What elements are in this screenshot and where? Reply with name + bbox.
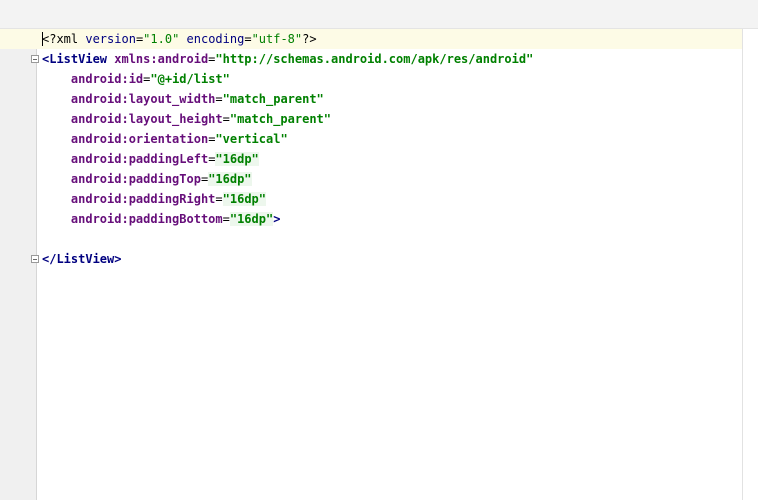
equals-sign: = <box>215 192 223 206</box>
orientation-value: "vertical" <box>215 132 288 146</box>
padding-left-attr: android:paddingLeft <box>70 152 209 166</box>
layout-height-value: "match_parent" <box>229 112 332 126</box>
equals-sign: = <box>215 92 223 106</box>
layout-width-attr: android:layout_width <box>70 92 216 106</box>
code-line-12[interactable]: </ListView> <box>42 249 121 269</box>
padding-left-value: "16dp" <box>215 152 259 166</box>
xml-prolog-open: <?xml <box>42 32 86 46</box>
right-margin-guide <box>742 29 743 500</box>
code-line-5[interactable]: android:layout_height="match_parent" <box>42 109 331 129</box>
layout-height-attr: android:layout_height <box>70 112 223 126</box>
padding-top-attr: android:paddingTop <box>70 172 201 186</box>
code-line-10[interactable]: android:paddingBottom="16dp"> <box>42 209 280 229</box>
orientation-attr: android:orientation <box>70 132 209 146</box>
fold-collapse-icon[interactable] <box>31 55 39 63</box>
editor-top-bar <box>0 0 758 29</box>
code-line-3[interactable]: android:id="@+id/list" <box>42 69 230 89</box>
xmlns-attr: xmlns:android <box>114 52 209 66</box>
code-editor[interactable]: <?xml version="1.0" encoding="utf-8"?> <… <box>0 0 758 500</box>
code-line-8[interactable]: android:paddingTop="16dp" <box>42 169 252 189</box>
xml-encoding-attr: encoding <box>186 32 245 46</box>
editor-gutter[interactable] <box>0 29 37 500</box>
listview-open-tag: <ListView <box>42 52 115 66</box>
padding-bottom-attr: android:paddingBottom <box>70 212 223 226</box>
equals-sign: = <box>244 32 252 46</box>
text-caret <box>42 32 43 46</box>
padding-right-attr: android:paddingRight <box>70 192 216 206</box>
code-line-6[interactable]: android:orientation="vertical" <box>42 129 288 149</box>
xml-prolog-close: ?> <box>302 32 317 46</box>
id-value: "@+id/list" <box>150 72 230 86</box>
listview-close-tag: </ListView> <box>42 252 122 266</box>
code-line-7[interactable]: android:paddingLeft="16dp" <box>42 149 259 169</box>
xml-encoding-value: "utf-8" <box>251 32 303 46</box>
fold-collapse-icon[interactable] <box>31 255 39 263</box>
equals-sign: = <box>222 212 230 226</box>
xml-version-attr: version <box>85 32 136 46</box>
code-line-9[interactable]: android:paddingRight="16dp" <box>42 189 266 209</box>
padding-right-value: "16dp" <box>222 192 266 206</box>
code-line-1[interactable]: <?xml version="1.0" encoding="utf-8"?> <box>42 29 317 49</box>
padding-top-value: "16dp" <box>208 172 252 186</box>
padding-bottom-value: "16dp" <box>229 212 274 226</box>
code-line-2[interactable]: <ListView xmlns:android="http://schemas.… <box>42 49 533 69</box>
xml-version-value: "1.0" <box>143 32 180 46</box>
id-attr: android:id <box>70 72 144 86</box>
equals-sign: = <box>222 112 230 126</box>
xmlns-value: "http://schemas.android.com/apk/res/andr… <box>215 52 534 66</box>
tag-close-bracket: > <box>273 212 281 226</box>
layout-width-value: "match_parent" <box>222 92 324 106</box>
code-line-4[interactable]: android:layout_width="match_parent" <box>42 89 324 109</box>
